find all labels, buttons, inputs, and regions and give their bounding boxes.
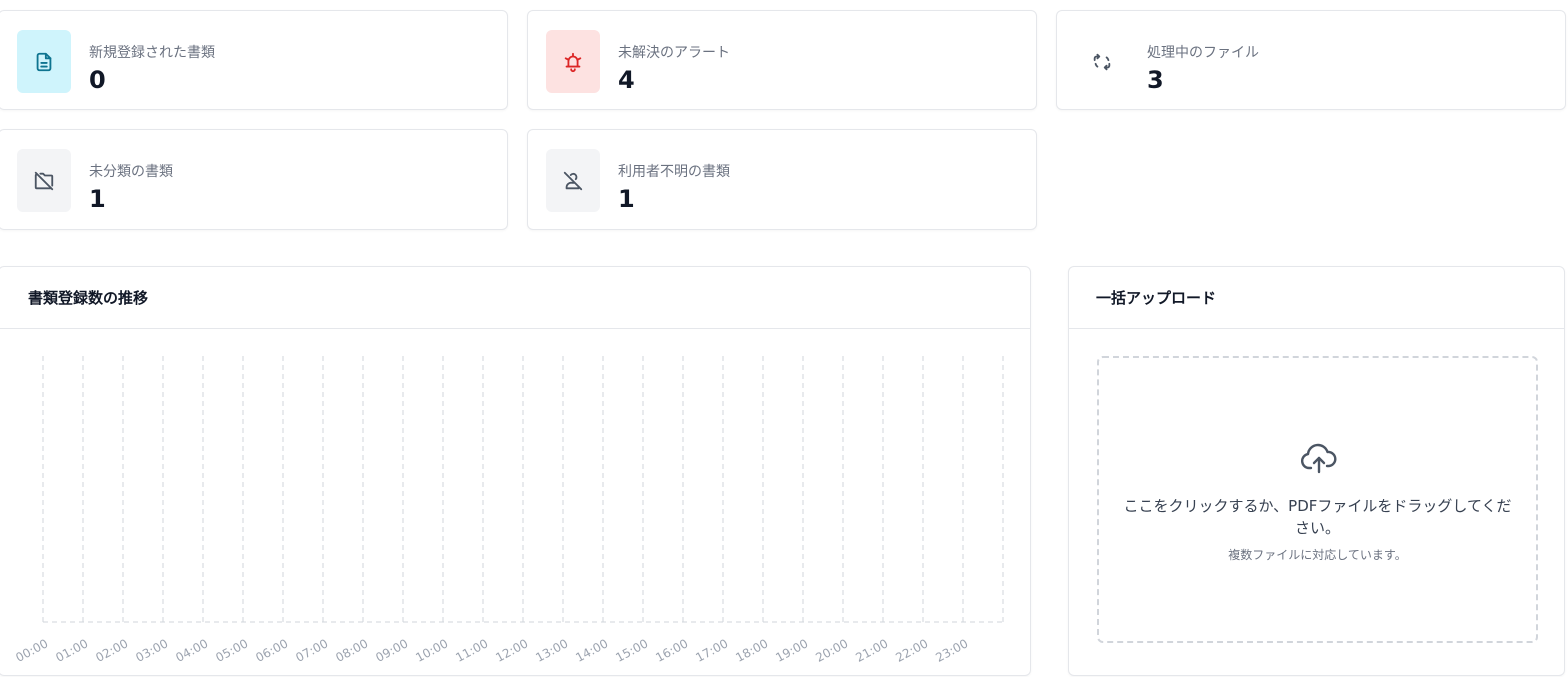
x-tick-label: 10:00: [413, 636, 450, 665]
stat-card-unknown-user-documents[interactable]: 利用者不明の書類 1: [527, 129, 1037, 230]
folder-off-icon: [17, 149, 71, 212]
registration-trend-chart: 00:00 01:00 02:00 03:00 04:00 05:00 06:00 07:00…: [13, 356, 1004, 665]
x-tick-label: 09:00: [373, 636, 410, 665]
stat-value: 4: [618, 66, 635, 94]
bulk-upload-panel: 一括アップロード ここをクリックするか、PDFファイルをドラッグしてください。 …: [1068, 266, 1565, 676]
stat-card-unresolved-alerts[interactable]: 未解決のアラート 4: [527, 10, 1037, 110]
stat-value: 0: [89, 66, 106, 94]
x-tick-label: 23:00: [933, 636, 970, 665]
x-tick-label: 11:00: [453, 636, 490, 665]
refresh-icon: [1075, 30, 1129, 93]
x-tick-label: 03:00: [133, 636, 170, 665]
stat-card-unclassified-documents[interactable]: 未分類の書類 1: [0, 129, 508, 230]
panel-header: 書類登録数の推移: [0, 267, 1030, 329]
x-tick-label: 22:00: [893, 636, 930, 665]
x-tick-label: 06:00: [253, 636, 290, 665]
alarm-bell-icon: [546, 30, 600, 93]
x-tick-label: 08:00: [333, 636, 370, 665]
x-tick-label: 20:00: [813, 636, 850, 665]
stat-value: 3: [1147, 66, 1164, 94]
x-tick-label: 04:00: [173, 636, 210, 665]
x-tick-label: 07:00: [293, 636, 330, 665]
panel-title: 書類登録数の推移: [28, 289, 149, 307]
stat-card-processing-files[interactable]: 処理中のファイル 3: [1056, 10, 1566, 110]
stat-value: 1: [89, 185, 106, 213]
stat-label: 未分類の書類: [89, 164, 173, 180]
x-tick-label: 12:00: [493, 636, 530, 665]
x-tick-label: 01:00: [53, 636, 90, 665]
stat-value: 1: [618, 185, 635, 213]
x-tick-label: 17:00: [693, 636, 730, 665]
x-tick-label: 21:00: [853, 636, 890, 665]
stat-label: 処理中のファイル: [1147, 45, 1259, 61]
x-tick-label: 02:00: [93, 636, 130, 665]
panel-title: 一括アップロード: [1096, 289, 1217, 307]
x-tick-label: 18:00: [733, 636, 770, 665]
stat-card-new-documents[interactable]: 新規登録された書類 0: [0, 10, 508, 110]
x-tick-label: 14:00: [573, 636, 610, 665]
pdf-dropzone[interactable]: ここをクリックするか、PDFファイルをドラッグしてください。 複数ファイルに対応…: [1097, 356, 1538, 643]
user-off-icon: [546, 149, 600, 212]
dropzone-text: ここをクリックするか、PDFファイルをドラッグしてください。: [1123, 497, 1512, 537]
x-tick-label: 19:00: [773, 636, 810, 665]
x-tick-label: 13:00: [533, 636, 570, 665]
registration-trend-panel: 書類登録数の推移 00:00 01:00 02:00 03:00 04:00 05:00 0…: [0, 266, 1031, 676]
panel-header: 一括アップロード: [1069, 267, 1564, 329]
document-icon: [17, 30, 71, 93]
stat-label: 未解決のアラート: [618, 45, 730, 61]
x-tick-label: 05:00: [213, 636, 250, 665]
stat-label: 新規登録された書類: [89, 45, 215, 61]
x-tick-label: 15:00: [613, 636, 650, 665]
dropzone-hint: 複数ファイルに対応しています。: [1228, 548, 1407, 562]
x-tick-label: 16:00: [653, 636, 690, 665]
stat-label: 利用者不明の書類: [618, 164, 730, 180]
x-tick-label: 00:00: [13, 636, 50, 665]
cloud-upload-icon: [1300, 443, 1337, 474]
